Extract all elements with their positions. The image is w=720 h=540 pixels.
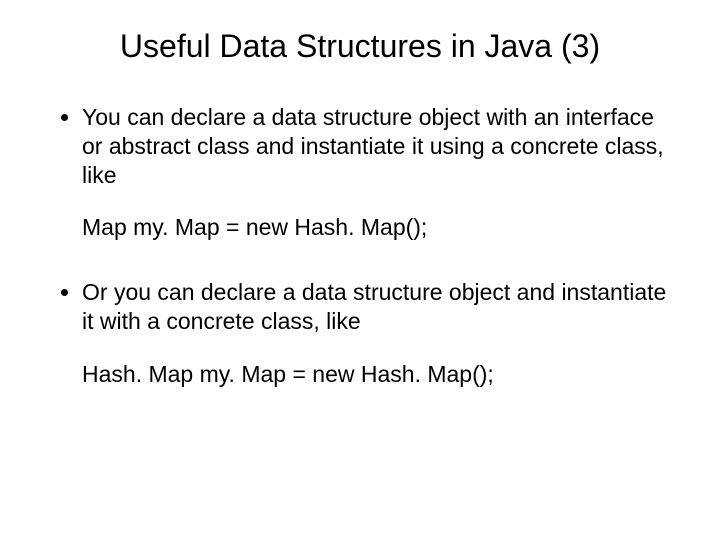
bullet-item-2: Or you can declare a data structure obje… bbox=[82, 278, 672, 336]
code-line-1: Map my. Map = new Hash. Map(); bbox=[82, 213, 672, 242]
code-line-2-wrapper: Hash. Map my. Map = new Hash. Map(); bbox=[82, 360, 672, 389]
bullet-text-1: You can declare a data structure object … bbox=[82, 103, 672, 189]
slide: Useful Data Structures in Java (3) You c… bbox=[0, 0, 720, 540]
code-line-1-wrapper: Map my. Map = new Hash. Map(); bbox=[82, 213, 672, 242]
slide-title: Useful Data Structures in Java (3) bbox=[48, 28, 672, 65]
bullet-item-1: You can declare a data structure object … bbox=[82, 103, 672, 189]
bullet-text-2: Or you can declare a data structure obje… bbox=[82, 278, 672, 336]
code-line-2: Hash. Map my. Map = new Hash. Map(); bbox=[82, 360, 672, 389]
bullet-list: You can declare a data structure object … bbox=[48, 103, 672, 388]
